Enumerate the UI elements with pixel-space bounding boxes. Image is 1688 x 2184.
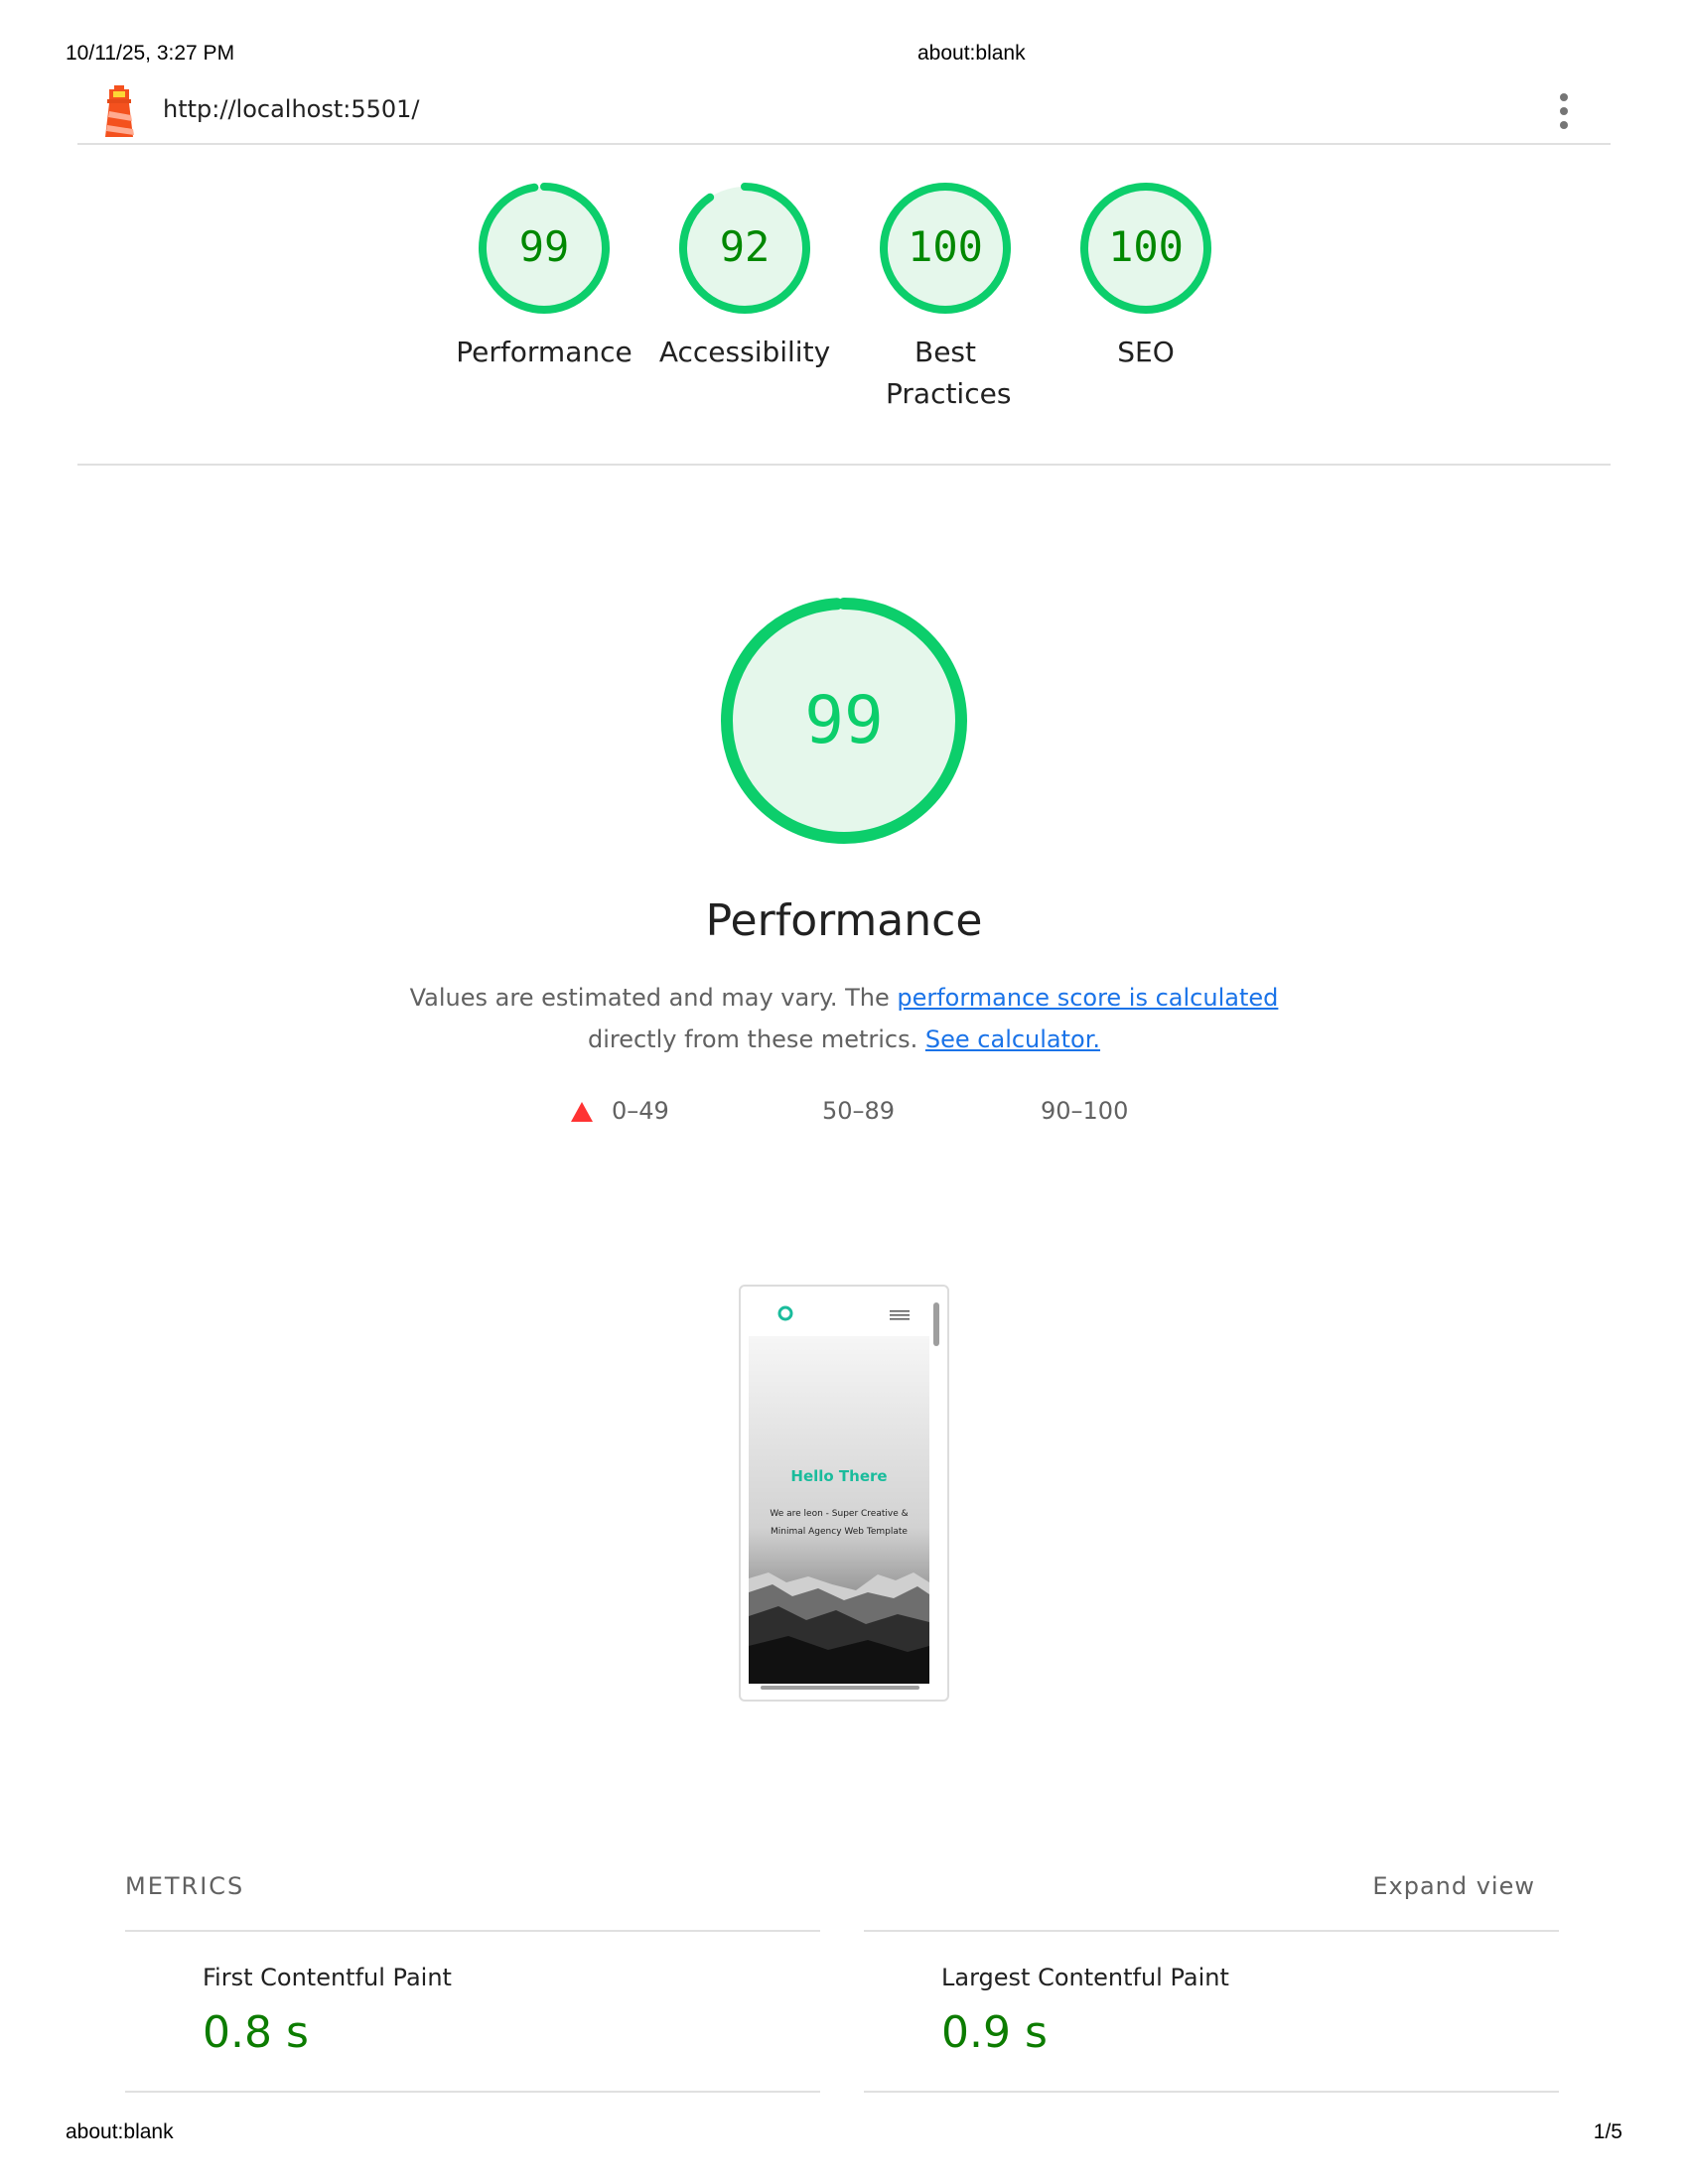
desc-text: directly from these metrics. <box>587 1025 925 1053</box>
legend-fail: 0–49 <box>570 1097 669 1125</box>
gauge-ring: 99 <box>479 183 610 314</box>
gauge-ring: 92 <box>679 183 810 314</box>
ring-logo-icon <box>777 1305 793 1321</box>
metric-value: 0.8 s <box>203 2007 309 2058</box>
hero-section: Hello There We are leon - Super Creative… <box>749 1336 929 1684</box>
metric-first-contentful-paint: First Contentful Paint 0.8 s <box>125 1930 820 2093</box>
gauge-label: SEO <box>1117 336 1175 368</box>
gauge-ring: 100 <box>880 183 1011 314</box>
gauge-ring: 100 <box>1080 183 1211 314</box>
gauge-seo[interactable]: 100 SEO <box>1047 179 1245 373</box>
print-footer-url: about:blank <box>66 2120 174 2143</box>
metric-largest-contentful-paint: Largest Contentful Paint 0.9 s <box>864 1930 1559 2093</box>
gauge-accessibility[interactable]: 92 Accessibility <box>645 179 844 373</box>
horizontal-scrollbar <box>761 1686 919 1690</box>
print-header-title: about:blank <box>917 42 1026 65</box>
performance-gauge: 99 <box>721 598 967 844</box>
score-legend: 0–49 50–89 90–100 <box>0 1097 1688 1137</box>
print-header-datetime: 10/11/25, 3:27 PM <box>66 42 235 65</box>
legend-range: 50–89 <box>822 1097 896 1125</box>
legend-range: 0–49 <box>612 1097 669 1125</box>
lighthouse-icon <box>105 85 134 137</box>
expand-view-button[interactable]: Expand view <box>1372 1872 1535 1900</box>
gauge-best-practices[interactable]: 100 Best Practices <box>846 179 1045 415</box>
hero-title: Hello There <box>790 1467 888 1485</box>
performance-score: 99 <box>804 682 883 758</box>
mountain-image <box>749 1572 929 1684</box>
circle-icon <box>1003 1102 1023 1122</box>
metrics-header: METRICS Expand view <box>125 1872 1563 1912</box>
print-footer-page: 1/5 <box>1593 2120 1622 2143</box>
scrollbar <box>933 1302 939 1346</box>
section-divider <box>77 464 1611 466</box>
legend-pass: 90–100 <box>1003 1097 1128 1125</box>
final-screenshot: Hello There We are leon - Super Creative… <box>739 1285 949 1702</box>
gauge-score: 99 <box>519 222 570 271</box>
see-calculator-link[interactable]: See calculator. <box>925 1025 1100 1053</box>
report-topbar: http://localhost:5501/ <box>77 81 1611 145</box>
performance-title: Performance <box>705 895 983 946</box>
report-url[interactable]: http://localhost:5501/ <box>163 95 420 123</box>
gauge-label: Accessibility <box>658 336 831 368</box>
score-calculated-link[interactable]: performance score is calculated <box>897 984 1278 1012</box>
square-icon <box>784 1102 804 1122</box>
metric-value: 0.9 s <box>941 2007 1048 2058</box>
triangle-icon <box>571 1102 593 1122</box>
gauge-label: Best Practices <box>886 336 1012 410</box>
performance-description: Values are estimated and may vary. The p… <box>348 977 1340 1060</box>
gauge-score: 100 <box>1108 222 1184 271</box>
legend-average: 50–89 <box>784 1097 895 1125</box>
gauge-label: Performance <box>456 336 633 368</box>
metrics-title: METRICS <box>125 1872 245 1900</box>
metric-label: First Contentful Paint <box>203 1964 452 1991</box>
kebab-menu-icon[interactable] <box>1557 91 1571 131</box>
metric-label: Largest Contentful Paint <box>941 1964 1229 1991</box>
hamburger-icon <box>890 1310 910 1320</box>
desc-text: Values are estimated and may vary. The <box>409 984 898 1012</box>
gauge-performance[interactable]: 99 Performance <box>445 179 643 373</box>
hero-subtitle: We are leon - Super Creative & Minimal A… <box>770 1509 909 1537</box>
legend-range: 90–100 <box>1041 1097 1129 1125</box>
category-gauges: 99 Performance 92 Accessibility 100 Best… <box>0 179 1688 437</box>
gauge-score: 100 <box>908 222 983 271</box>
gauge-score: 92 <box>720 222 771 271</box>
